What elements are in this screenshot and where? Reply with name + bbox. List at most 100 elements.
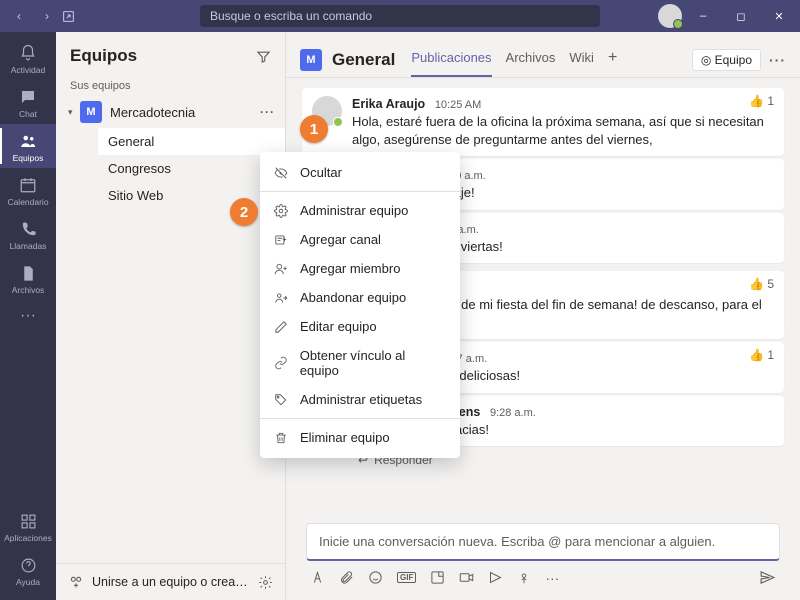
pencil-icon (274, 320, 290, 334)
menu-manage-tags[interactable]: Administrar etiquetas (260, 385, 460, 414)
menu-get-link[interactable]: Obtener vínculo al equipo (260, 341, 460, 385)
apps-icon (18, 511, 38, 531)
tab-add[interactable]: + (608, 42, 617, 77)
menu-hide[interactable]: Ocultar (260, 158, 460, 187)
search-placeholder: Busque o escriba un comando (210, 9, 372, 23)
phone-icon (18, 219, 38, 239)
format-icon[interactable] (310, 570, 325, 585)
rail-help[interactable]: Ayuda (0, 548, 56, 592)
gear-icon (274, 204, 290, 218)
search-input[interactable]: Busque o escriba un comando (200, 5, 600, 27)
menu-delete-team[interactable]: Eliminar equipo (260, 423, 460, 452)
rail-calls[interactable]: Llamadas (0, 212, 56, 256)
channel-item[interactable]: Congresos (98, 155, 285, 182)
menu-add-channel[interactable]: Agregar canal (260, 225, 460, 254)
minimize-button[interactable]: – (686, 2, 720, 30)
attach-icon[interactable] (339, 570, 354, 585)
more-icon[interactable]: ··· (545, 570, 559, 586)
menu-add-member[interactable]: Agregar miembro (260, 254, 460, 283)
team-row[interactable]: ▾ M Mercadotecnia ··· (56, 96, 285, 128)
teams-title: Equipos (70, 46, 137, 66)
meet-icon[interactable] (459, 570, 474, 585)
message[interactable]: Erika Araujo 10:25 AM Hola, estaré fuera… (302, 88, 784, 156)
teams-icon (18, 131, 38, 151)
app-rail: Actividad Chat Equipos Calendario Llamad… (0, 32, 56, 600)
rail-more[interactable]: ··· (0, 300, 56, 332)
rail-teams[interactable]: Equipos (0, 124, 56, 168)
join-team-label[interactable]: Unirse a un equipo o crea… (92, 575, 250, 589)
rail-label: Actividad (11, 65, 46, 75)
close-button[interactable]: ✕ (762, 2, 796, 30)
rail-label: Equipos (13, 153, 44, 163)
channel-list: General Congresos Sitio Web (56, 128, 285, 209)
send-icon[interactable] (759, 569, 776, 586)
bell-icon (18, 43, 38, 63)
forward-button[interactable]: › (34, 4, 60, 28)
eye-off-icon (274, 166, 290, 180)
link-icon (274, 356, 290, 370)
maximize-button[interactable]: ◻ (724, 2, 758, 30)
sender-name: Erika Araujo (352, 97, 425, 111)
rail-label: Chat (19, 109, 37, 119)
menu-leave-team[interactable]: Abandonar equipo (260, 283, 460, 312)
step-badge-2: 2 (230, 198, 258, 226)
sticker-icon[interactable] (430, 570, 445, 585)
rail-label: Calendario (7, 197, 48, 207)
menu-manage-team[interactable]: Administrar equipo (260, 196, 460, 225)
rail-files[interactable]: Archivos (0, 256, 56, 300)
file-icon (18, 263, 38, 283)
person-add-icon (274, 262, 290, 276)
rail-apps[interactable]: Aplicaciones (0, 504, 56, 548)
rail-label: Aplicaciones (4, 533, 52, 543)
rail-label: Llamadas (10, 241, 47, 251)
rail-label: Ayuda (16, 577, 40, 587)
new-window-button[interactable] (62, 4, 88, 28)
back-button[interactable]: ‹ (6, 4, 32, 28)
team-button[interactable]: ◎ Equipo (692, 49, 761, 71)
filter-icon[interactable] (256, 49, 271, 64)
emoji-icon[interactable] (368, 570, 383, 585)
reaction[interactable]: 👍 1 (749, 348, 774, 362)
rail-label: Archivos (12, 285, 45, 295)
more-button[interactable]: ··· (769, 52, 786, 68)
gear-icon[interactable] (258, 575, 273, 590)
team-more-button[interactable]: ··· (260, 105, 275, 119)
nav-buttons: ‹ › (0, 4, 94, 28)
reaction[interactable]: 👍 1 (749, 94, 774, 108)
tab-wiki[interactable]: Wiki (569, 42, 594, 77)
gif-icon[interactable]: GIF (397, 572, 416, 583)
trash-icon (274, 431, 290, 445)
channel-item[interactable]: Sitio Web (98, 182, 285, 209)
compose-input[interactable]: Inicie una conversación nueva. Escriba @… (306, 523, 780, 561)
timestamp: 10:25 AM (435, 99, 481, 111)
channel-add-icon (274, 233, 290, 247)
rail-activity[interactable]: Actividad (0, 36, 56, 80)
chat-header: M General Publicaciones Archivos Wiki + … (286, 32, 800, 78)
your-teams-label: Sus equipos (56, 76, 285, 96)
channel-title: General (332, 50, 395, 70)
praise-icon[interactable] (517, 571, 531, 585)
chevron-down-icon: ▾ (68, 107, 80, 118)
teams-pane: Equipos Sus equipos ▾ M Mercadotecnia ··… (56, 32, 286, 600)
menu-edit-team[interactable]: Editar equipo (260, 312, 460, 341)
timestamp: 9:28 a.m. (490, 407, 536, 419)
user-avatar[interactable] (658, 4, 682, 28)
tab-files[interactable]: Archivos (506, 42, 556, 77)
tag-icon (274, 393, 290, 407)
compose-area: Inicie una conversación nueva. Escriba @… (286, 513, 800, 600)
chat-icon (18, 87, 38, 107)
teams-footer: Unirse a un equipo o crea… (56, 563, 285, 600)
step-badge-1: 1 (300, 115, 328, 143)
stream-icon[interactable] (488, 570, 503, 585)
rail-chat[interactable]: Chat (0, 80, 56, 124)
rail-calendar[interactable]: Calendario (0, 168, 56, 212)
team-avatar: M (80, 101, 102, 123)
tab-posts[interactable]: Publicaciones (411, 42, 491, 77)
team-context-menu: Ocultar Administrar equipo Agregar canal… (260, 152, 460, 458)
reaction[interactable]: 👍 5 (749, 277, 774, 291)
compose-placeholder: Inicie una conversación nueva. Escriba @… (319, 534, 715, 549)
join-team-icon[interactable] (68, 574, 84, 590)
channel-item[interactable]: General (98, 128, 285, 155)
more-icon: ··· (18, 306, 38, 326)
help-icon (18, 555, 38, 575)
